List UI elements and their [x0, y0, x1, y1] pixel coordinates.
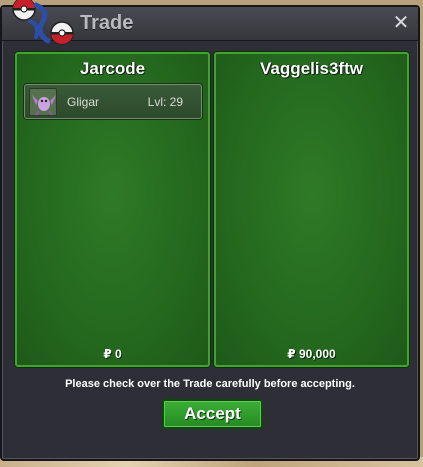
trade-window: Trade ✕ Jarcode Gligar Lvl: 29 ₽ 0 Vagge…	[0, 0, 420, 461]
pokemon-slot-gligar[interactable]: Gligar Lvl: 29	[24, 84, 202, 119]
pokemon-level: Lvl: 29	[147, 95, 183, 109]
my-offer-panel: Jarcode Gligar Lvl: 29 ₽ 0	[15, 52, 210, 367]
partner-money-offer: ₽ 90,000	[287, 347, 336, 361]
gligar-icon	[29, 88, 57, 116]
window-title: Trade	[80, 12, 134, 34]
pokeball-back	[12, 0, 36, 21]
my-player-name: Jarcode	[79, 59, 146, 78]
pokeball-front	[50, 21, 74, 45]
partner-offer-panel: Vaggelis3ftw ₽ 90,000	[214, 52, 409, 367]
trade-notice: Please check over the Trade carefully be…	[65, 378, 355, 390]
my-money-offer: ₽ 0	[103, 347, 122, 361]
partner-player-name: Vaggelis3ftw	[260, 59, 363, 78]
pokeball-logo-icon	[12, 0, 74, 45]
close-icon[interactable]: ✕	[392, 13, 410, 33]
accept-button[interactable]: Accept	[162, 399, 263, 429]
pokemon-name: Gligar	[67, 95, 100, 109]
